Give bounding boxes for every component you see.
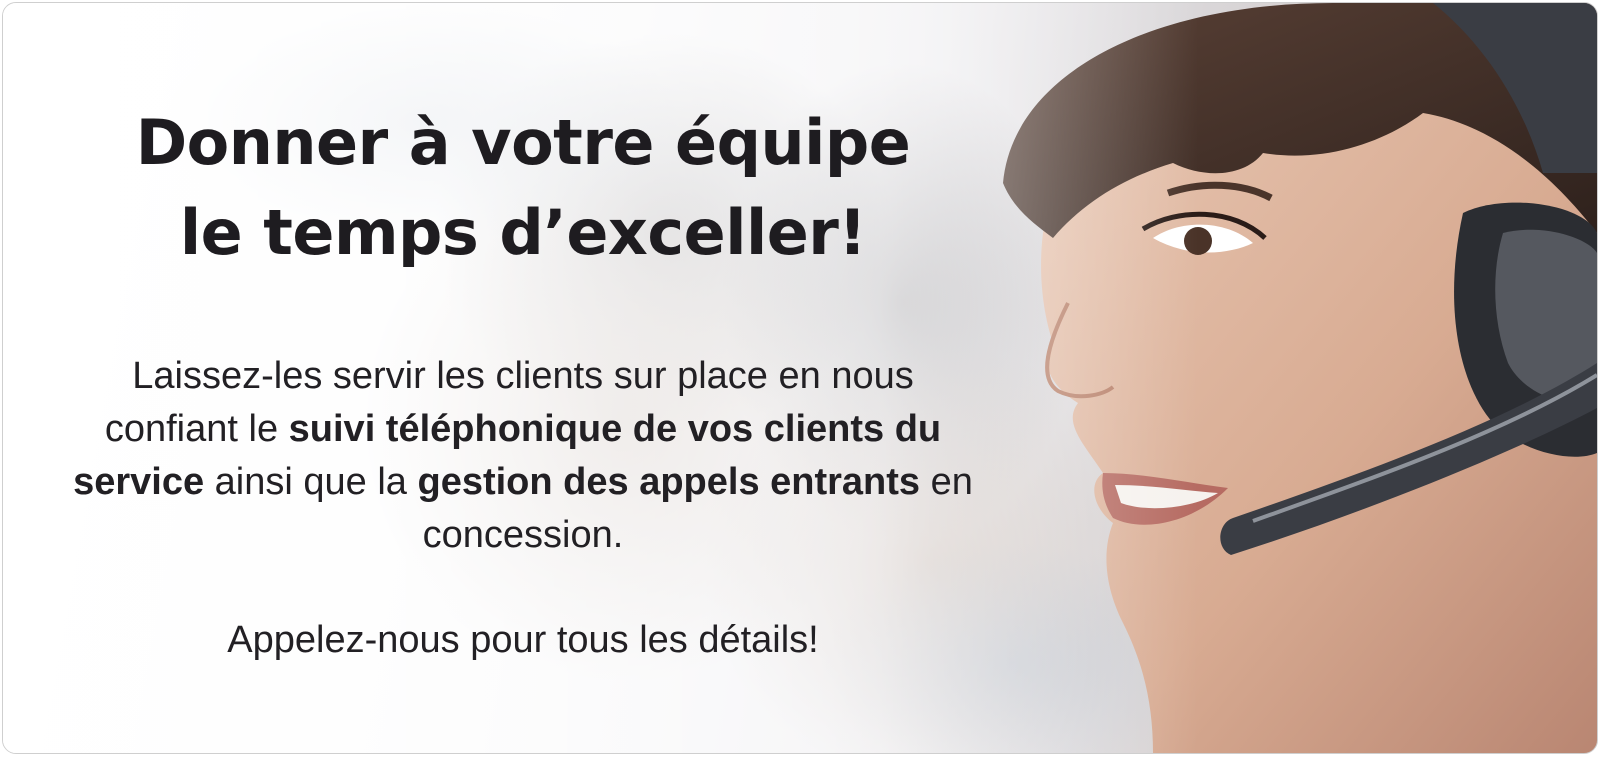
headline-line-1: Donner à votre équipe (135, 106, 911, 179)
promo-text-panel: Donner à votre équipe le temps d’excelle… (63, 98, 983, 667)
promo-banner: Donner à votre équipe le temps d’excelle… (2, 2, 1598, 754)
body-text-part-2: ainsi que la (204, 461, 418, 503)
promo-body-copy: Laissez-les servir les clients sur place… (63, 350, 983, 562)
headline-line-2: le temps d’exceller! (179, 196, 867, 269)
promo-headline: Donner à votre équipe le temps d’excelle… (63, 98, 983, 278)
body-emphasis-inbound-calls: gestion des appels entrants (417, 461, 921, 503)
call-to-action: Appelez-nous pour tous les détails! (227, 619, 819, 661)
